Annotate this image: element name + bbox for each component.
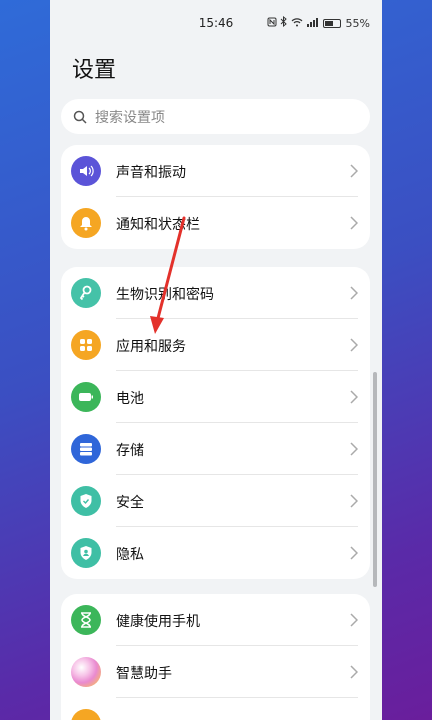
settings-item-smart-assistant[interactable]: 智慧助手 [61, 646, 370, 698]
chevron-right-icon [350, 613, 358, 627]
settings-item-notifications[interactable]: 通知和状态栏 [61, 197, 370, 249]
settings-item-security[interactable]: 安全 [61, 475, 370, 527]
settings-item-digital-balance[interactable]: 健康使用手机 [61, 594, 370, 646]
settings-group-1: 声音和振动 通知和状态栏 [61, 145, 370, 249]
search-input[interactable]: 搜索设置项 [95, 107, 165, 127]
chevron-right-icon [350, 286, 358, 300]
settings-group-3: 健康使用手机 智慧助手 [61, 594, 370, 720]
assistant-icon [71, 657, 101, 687]
chevron-right-icon [350, 494, 358, 508]
settings-item-label: 安全 [116, 495, 144, 511]
shield-icon [71, 486, 101, 516]
chevron-right-icon [350, 164, 358, 178]
settings-item-label: 通知和状态栏 [116, 217, 200, 233]
privacy-icon [71, 538, 101, 568]
search-bar[interactable]: 搜索设置项 [61, 99, 370, 134]
settings-item-label: 生物识别和密码 [116, 287, 214, 303]
status-bar: 15:46 55% [50, 0, 382, 46]
settings-item-label: 声音和振动 [116, 165, 186, 181]
chevron-right-icon [350, 546, 358, 560]
settings-screen: 15:46 55% 设置 搜索设置项 声音和振动 通知和状态栏 生物识别和密码 … [50, 0, 382, 720]
nfc-icon [267, 17, 277, 30]
wifi-icon [291, 17, 303, 30]
settings-item-apps-services[interactable]: 应用和服务 [61, 319, 370, 371]
settings-item-privacy[interactable]: 隐私 [61, 527, 370, 579]
battery-icon [322, 18, 341, 28]
page-title: 设置 [72, 58, 117, 83]
settings-item-storage[interactable]: 存储 [61, 423, 370, 475]
settings-item-sound[interactable]: 声音和振动 [61, 145, 370, 197]
storage-icon [71, 434, 101, 464]
search-icon [73, 110, 87, 124]
chevron-right-icon [350, 390, 358, 404]
settings-item-partial [61, 698, 370, 720]
chevron-right-icon [350, 338, 358, 352]
settings-item-battery[interactable]: 电池 [61, 371, 370, 423]
battery-percent: 55% [345, 16, 370, 30]
settings-item-label: 健康使用手机 [116, 614, 200, 630]
partial-item-icon [71, 709, 101, 720]
apps-grid-icon [71, 330, 101, 360]
speaker-icon [71, 156, 101, 186]
key-icon [71, 278, 101, 308]
signal-icon [306, 17, 318, 30]
scrollbar[interactable] [373, 372, 377, 587]
settings-item-label: 应用和服务 [116, 339, 186, 355]
chevron-right-icon [350, 216, 358, 230]
chevron-right-icon [350, 442, 358, 456]
settings-item-label: 隐私 [116, 547, 144, 563]
chevron-right-icon [350, 665, 358, 679]
hourglass-icon [71, 605, 101, 635]
bell-icon [71, 208, 101, 238]
settings-item-label: 智慧助手 [116, 666, 172, 682]
bluetooth-icon [280, 15, 288, 30]
settings-item-label: 存储 [116, 443, 144, 459]
status-icons: 55% [267, 15, 370, 30]
settings-item-label: 电池 [116, 391, 144, 407]
settings-item-biometrics[interactable]: 生物识别和密码 [61, 267, 370, 319]
settings-group-2: 生物识别和密码 应用和服务 电池 存储 安全 隐私 [61, 267, 370, 579]
battery-icon [71, 382, 101, 412]
